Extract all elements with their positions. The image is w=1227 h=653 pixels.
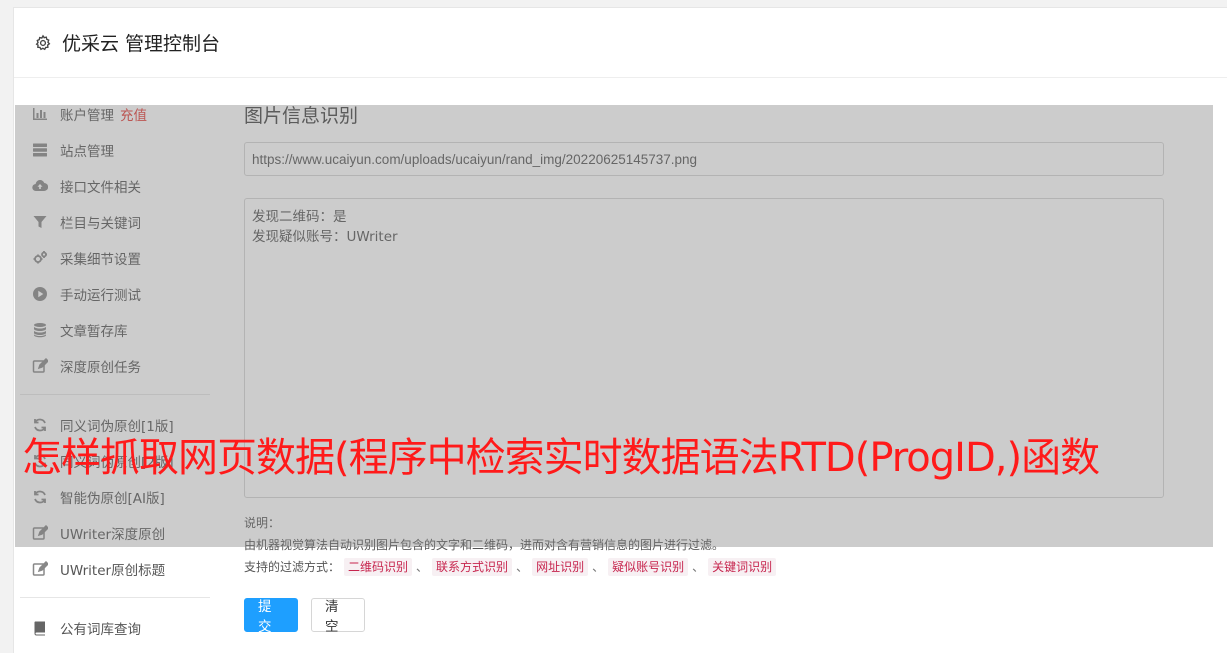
sidebar-item-collect-settings[interactable]: 采集细节设置 [20,240,210,276]
banner-title: 怎样抓取网页数据(程序中检索实时数据语法RTD(ProgID,)函数 [22,435,1100,481]
sidebar-item-label: UWriter深度原创 [60,527,166,543]
book-icon [32,620,48,636]
sidebar-item-label: 接口文件相关 [60,180,141,196]
filter-icon [32,214,48,230]
separator: 、 [692,560,705,574]
sidebar-item-uwriter-deep[interactable]: UWriter深度原创 [20,515,210,551]
sidebar-item-label: 智能伪原创[AI版] [60,491,165,507]
filter-tag: 二维码识别 [344,558,413,576]
filter-tag: 联系方式识别 [432,558,513,576]
sidebar-item-label: 栏目与关键词 [60,216,141,232]
page-title: 优采云 管理控制台 [62,33,221,55]
note-title: 说明： [244,516,281,530]
section-heading: 图片信息识别 [244,105,359,127]
filter-tag: 疑似账号识别 [608,558,689,576]
separator: 、 [592,560,605,574]
sidebar-item-account[interactable]: 账户管理 充值 [20,96,210,132]
sidebar-item-label: 手动运行测试 [60,288,141,304]
sidebar-item-deep-original[interactable]: 深度原创任务 [20,348,210,384]
sidebar-item-api-files[interactable]: 接口文件相关 [20,168,210,204]
submit-button[interactable]: 提交 [244,598,298,635]
action-buttons: 提交 清空 [244,598,1164,635]
sidebar-item-manual-run[interactable]: 手动运行测试 [20,276,210,312]
edit-icon [32,358,48,374]
sidebar-item-sites[interactable]: 站点管理 [20,132,210,168]
play-circle-icon [32,286,48,302]
database-icon [32,322,48,338]
filter-tag: 网址识别 [532,558,589,576]
edit-icon [32,561,48,577]
sidebar-item-ai-rewrite[interactable]: 智能伪原创[AI版] [20,479,210,515]
sidebar-item-uwriter-title[interactable]: UWriter原创标题 [20,551,210,587]
gear-icon [35,34,51,50]
cogs-icon [32,250,48,266]
cloud-upload-icon [32,178,48,194]
image-url-input[interactable] [244,142,1164,176]
filter-methods: 支持的过滤方式： 二维码识别 、 联系方式识别 、 网址识别 、 疑似账号识别 … [244,556,1164,578]
sidebar-item-article-storage[interactable]: 文章暂存库 [20,312,210,348]
sidebar-item-label: 站点管理 [60,144,114,160]
sidebar-item-label: UWriter原创标题 [60,563,166,579]
sidebar-item-columns-keywords[interactable]: 栏目与关键词 [20,204,210,240]
note-desc: 由机器视觉算法自动识别图片包含的文字和二维码，进而对含有营销信息的图片进行过滤。 [244,538,725,552]
recharge-link[interactable]: 充值 [120,104,147,124]
description-block: 说明： 由机器视觉算法自动识别图片包含的文字和二维码，进而对含有营销信息的图片进… [244,512,1164,578]
result-line: 发现二维码：是 [252,209,347,225]
sidebar-item-public-lexicon[interactable]: 公有词库查询 [20,610,210,646]
separator: 、 [416,560,429,574]
result-line: 发现疑似账号：UWriter [252,229,398,245]
sidebar: 账户管理 充值 站点管理 接口文件相关 栏目与关键词 采集细节设置 手动运行测试 [20,96,210,646]
sidebar-item-label: 账户管理 [60,108,114,124]
server-icon [32,142,48,158]
clear-button[interactable]: 清空 [311,598,365,635]
separator: 、 [516,560,529,574]
filter-tag: 关键词识别 [708,558,777,576]
sidebar-divider [20,394,210,395]
card-header: 优采云 管理控制台 [14,8,1227,78]
edit-icon [32,525,48,541]
refresh-icon [32,489,48,505]
main-content: 图片信息识别 发现二维码：是 发现疑似账号：UWriter 说明： 由机器视觉算… [244,96,1164,635]
sidebar-item-label: 深度原创任务 [60,360,141,376]
filter-label: 支持的过滤方式： [244,560,341,574]
sidebar-item-label: 公有词库查询 [60,622,141,638]
sidebar-item-label: 采集细节设置 [60,252,141,268]
bar-chart-icon [32,106,48,122]
sidebar-divider [20,597,210,598]
sidebar-item-label: 文章暂存库 [60,324,128,340]
